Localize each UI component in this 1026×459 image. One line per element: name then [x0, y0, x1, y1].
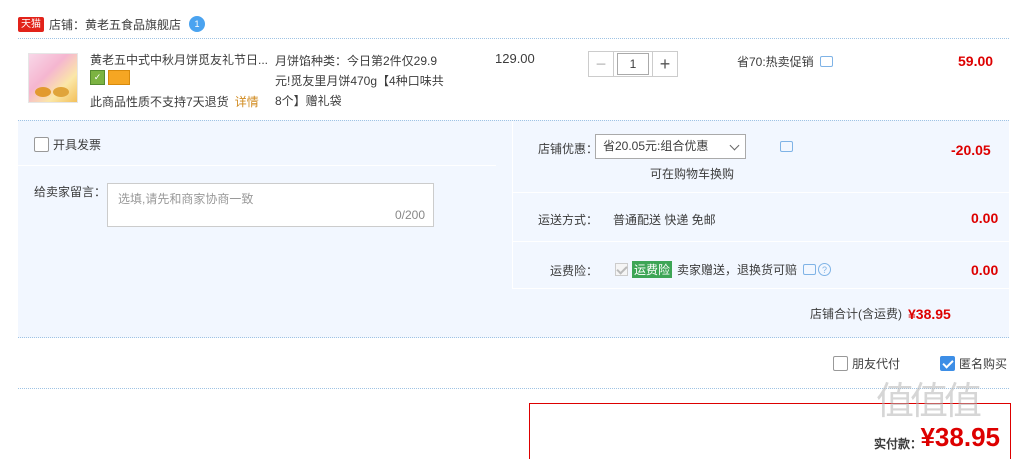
actual-payment-amount: ¥38.95 [920, 422, 1000, 452]
shipping-amount: 0.00 [971, 210, 999, 226]
product-title-link[interactable]: 黄老五中式中秋月饼觅友礼节日... [90, 51, 275, 68]
help-icon[interactable]: ? [818, 263, 832, 276]
message-label: 给卖家留言： [34, 185, 107, 199]
shipping-method: 普通配送 快递 免邮 [613, 213, 716, 227]
insurance-text: 卖家赠送，退换货可赔 [677, 263, 798, 277]
shop-header: 天猫 店铺：黄老五食品旗舰店 1 [18, 14, 206, 34]
detail-link[interactable]: 详情 [235, 95, 259, 109]
sku-info: 月饼馅种类：今日第2件仅29.9 元!觅友里月饼470g【4种口味共 8个】赠礼… [275, 54, 444, 108]
guarantee-icon[interactable]: ✓ [90, 70, 105, 85]
shop-total: 店铺合计(含运费) ¥38.95 [810, 305, 951, 322]
no-return-notice: 此商品性质不支持7天退货 详情 [90, 95, 259, 109]
discount-comment-icon[interactable] [780, 141, 793, 152]
watermark-logo: 值值值 [876, 379, 982, 423]
card-payment-icon[interactable] [108, 70, 130, 85]
quantity-stepper: − 1 + [588, 51, 678, 77]
shop-total-amount: ¥38.95 [908, 305, 951, 322]
insurance-comment-icon[interactable] [803, 264, 817, 275]
unit-price: 129.00 [495, 51, 535, 66]
actual-payment-label: 实付款： [873, 437, 922, 451]
discount-amount: -20.05 [951, 142, 991, 158]
quantity-field[interactable]: 1 [614, 51, 652, 77]
insurance-info: 运费险 卖家赠送，退换货可赔 ? [615, 261, 832, 278]
payment-options: 朋友代付 匿名购买 [18, 339, 1009, 389]
message-placeholder: 选填,请先和商家协商一致 [118, 192, 254, 206]
shop-name-link[interactable]: 店铺：黄老五食品旗舰店 [49, 16, 181, 33]
chevron-down-icon [729, 140, 740, 151]
discount-label: 店铺优惠： [538, 142, 599, 156]
discount-note: 可在购物车换购 [650, 167, 735, 181]
service-icons: ✓ [90, 70, 130, 85]
insurance-label: 运费险： [550, 264, 599, 278]
item-subtotal: 59.00 [958, 53, 994, 69]
product-thumbnail[interactable] [28, 53, 78, 103]
invoice-checkbox[interactable] [34, 137, 49, 152]
tmall-icon: 天猫 [18, 16, 44, 32]
anonymous-checkbox[interactable] [940, 356, 955, 371]
insurance-checkbox [615, 263, 628, 276]
promotion-info: 省70:热卖促销 [737, 53, 833, 70]
comment-icon[interactable] [819, 56, 833, 67]
invoice-label: 开具发票 [53, 138, 102, 152]
shipping-label: 运送方式： [538, 213, 599, 227]
insurance-tag: 运费险 [632, 261, 673, 278]
friend-pay-checkbox[interactable] [833, 356, 848, 371]
wangwang-chat-icon[interactable]: 1 [189, 16, 206, 32]
invoice-section: 开具发票 [18, 121, 496, 166]
seller-message-input[interactable]: 选填,请先和商家协商一致 0/200 [107, 183, 434, 227]
discount-row [513, 121, 1009, 193]
increase-button[interactable]: + [652, 51, 678, 77]
order-item-row: 黄老五中式中秋月饼觅友礼节日... ✓ 此商品性质不支持7天退货 详情 月饼馅种类… [18, 38, 1009, 120]
shop-discount-select[interactable]: 省20.05元:组合优惠 [595, 134, 746, 159]
shop-total-label: 店铺合计(含运费) [810, 307, 902, 321]
insurance-amount: 0.00 [971, 262, 999, 278]
decrease-button[interactable]: − [588, 51, 614, 77]
message-char-count: 0/200 [394, 208, 425, 222]
